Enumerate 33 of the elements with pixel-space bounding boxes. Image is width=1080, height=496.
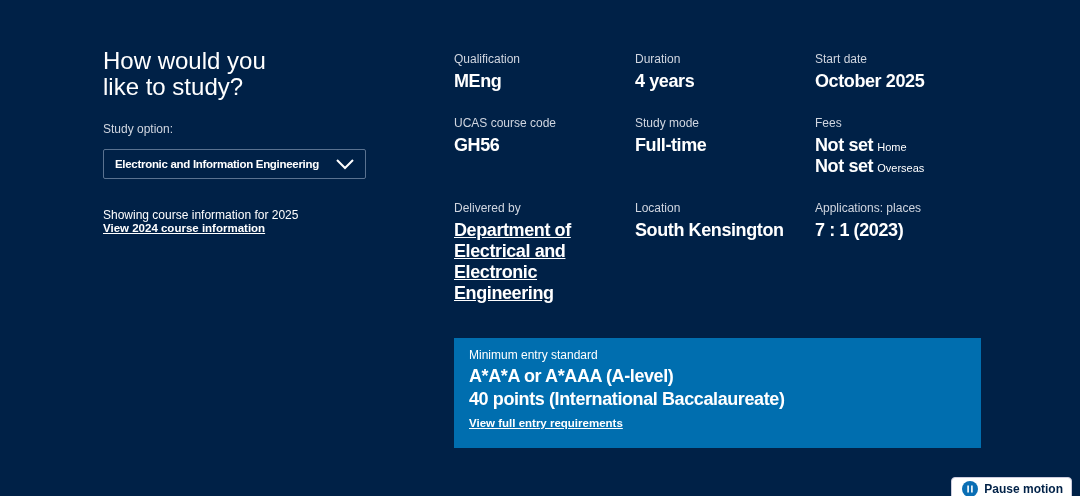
previous-year-link[interactable]: View 2024 course information bbox=[103, 222, 403, 234]
fact-label: Start date bbox=[815, 52, 868, 66]
fact-value: South Kensington bbox=[635, 220, 784, 241]
fact-label: Location bbox=[635, 201, 681, 215]
chevron-down-icon bbox=[335, 158, 355, 170]
entry-requirement: A*A*A or A*AAA (A-level) bbox=[469, 365, 675, 388]
section-heading: How would you like to study? bbox=[103, 48, 267, 100]
department-link[interactable]: Department of Electrical and Electronic Engineering bbox=[454, 220, 614, 304]
entry-requirement: 40 points (International Baccalaureate) bbox=[469, 388, 786, 411]
fact-value: MEng bbox=[454, 71, 502, 92]
course-year-note: Showing course information for 2025 bbox=[103, 208, 300, 222]
fact-label: Delivered by bbox=[454, 201, 521, 215]
fact-value: 7 : 1 (2023) bbox=[815, 220, 904, 241]
fact-value: October 2025 bbox=[815, 71, 925, 92]
fact-label: Fees bbox=[815, 116, 842, 130]
fee-type: Overseas bbox=[877, 162, 925, 174]
fact-value: Full-time bbox=[635, 135, 707, 156]
fee-value: Not set bbox=[815, 135, 874, 156]
entry-requirements-link[interactable]: View full entry requirements bbox=[469, 417, 623, 429]
fact-label: Duration bbox=[635, 52, 681, 66]
pause-motion-button[interactable]: Pause motion bbox=[951, 477, 1072, 496]
study-option-label: Study option: bbox=[103, 122, 175, 136]
study-option-dropdown[interactable]: Electronic and Information Engineering bbox=[103, 149, 366, 179]
fact-label: Qualification bbox=[454, 52, 521, 66]
fact-label: Applications: places bbox=[815, 201, 922, 215]
fact-value: 4 years bbox=[635, 71, 695, 92]
entry-label: Minimum entry standard bbox=[469, 348, 599, 362]
fee-value: Not set bbox=[815, 156, 874, 177]
fee-type: Home bbox=[877, 141, 907, 153]
pause-icon bbox=[962, 481, 979, 496]
fact-value: GH56 bbox=[454, 135, 500, 156]
fact-label: Study mode bbox=[635, 116, 700, 130]
fact-label: UCAS course code bbox=[454, 116, 557, 130]
